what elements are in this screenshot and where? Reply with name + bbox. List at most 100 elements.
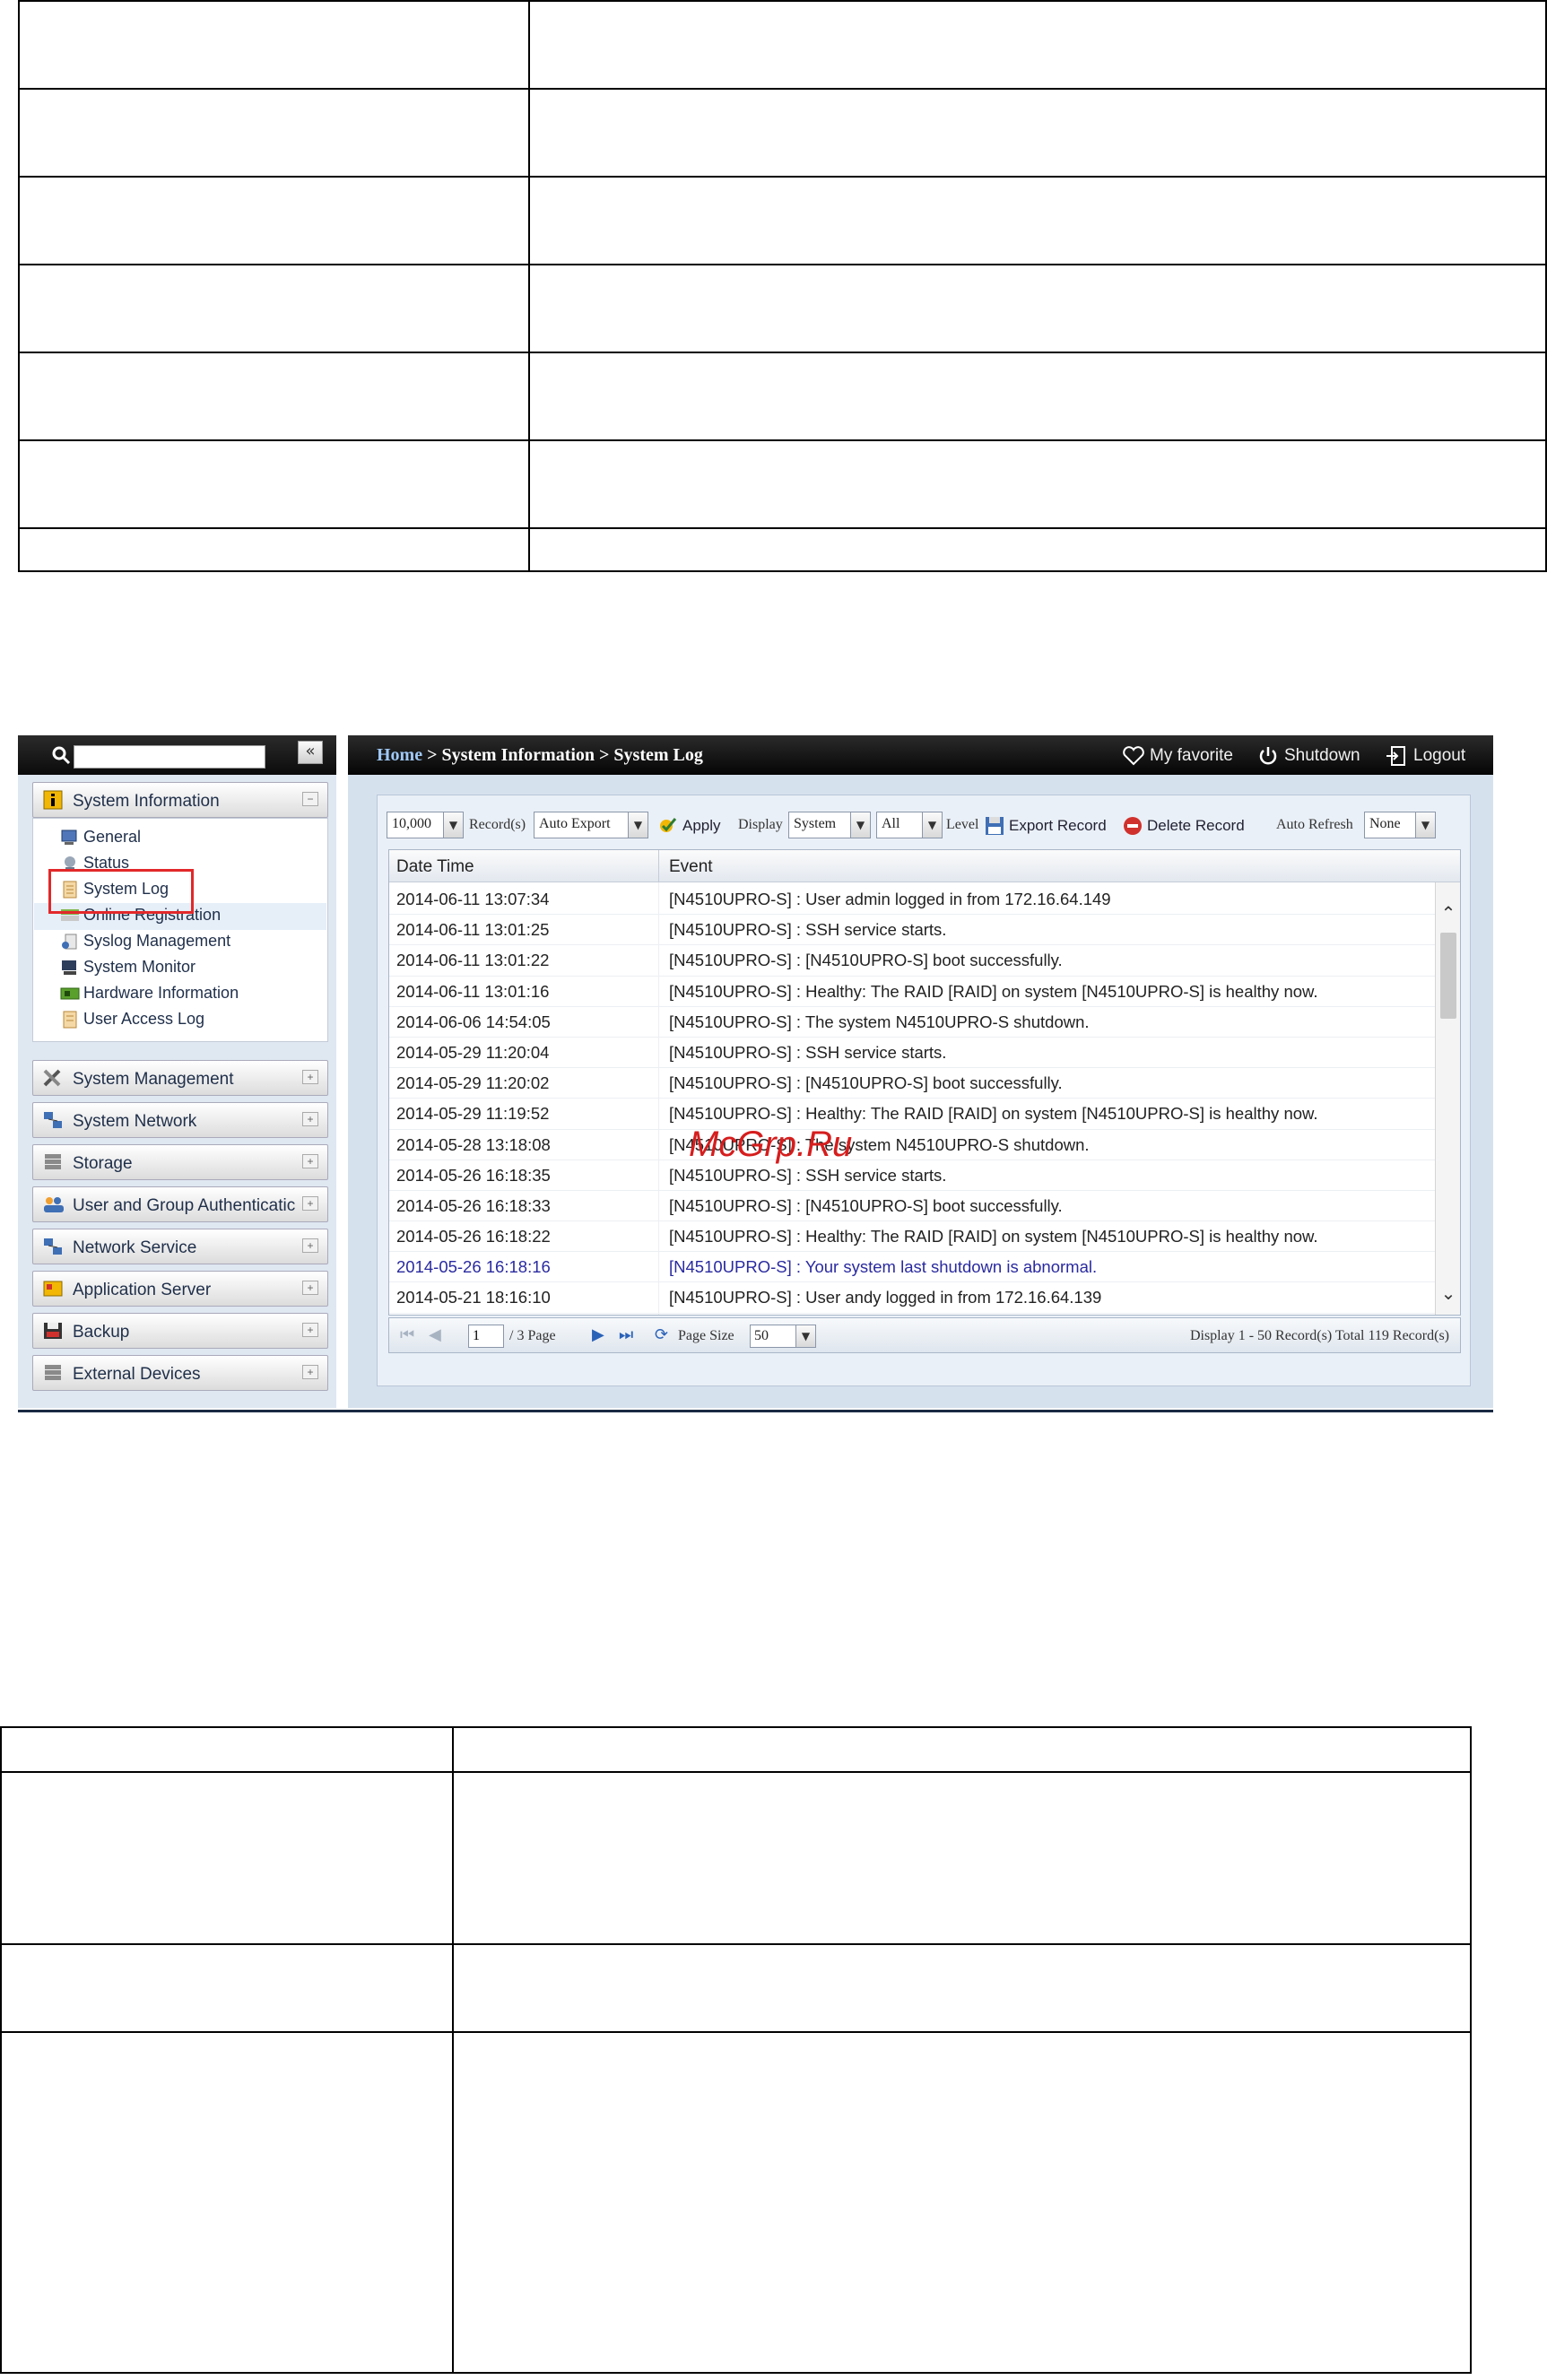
display-select[interactable]: System ▼: [788, 812, 871, 838]
section-label: Storage: [73, 1154, 133, 1173]
table-row[interactable]: 2014-05-26 16:18:22 [N4510UPRO-S] : Healt…: [389, 1221, 1435, 1253]
toggle-icon[interactable]: +: [302, 1154, 318, 1168]
section-user-group-authentication[interactable]: User and Group Authenticatic +: [32, 1186, 328, 1222]
toggle-icon[interactable]: +: [302, 1238, 318, 1253]
records-label: Record(s): [469, 817, 526, 832]
table-cell: [0, 2031, 454, 2374]
level-select[interactable]: All ▼: [876, 812, 943, 838]
table-row[interactable]: 2014-05-28 13:18:08 [N4510UPRO-S] : The s…: [389, 1130, 1435, 1160]
table-row[interactable]: 2014-05-26 16:18:33 [N4510UPRO-S] : [N451…: [389, 1191, 1435, 1222]
table-row[interactable]: 2014-06-11 13:01:25 [N4510UPRO-S] : SSH s…: [389, 915, 1435, 946]
previous-page-icon[interactable]: ◀: [429, 1325, 441, 1344]
log-date-cell: 2014-06-11 13:01:25: [396, 920, 550, 940]
collapse-panel-button[interactable]: «: [298, 741, 323, 764]
selection-highlight-box: [48, 869, 194, 914]
auto-refresh-label: Auto Refresh: [1276, 817, 1353, 832]
vertical-scrollbar[interactable]: ⌃ ⌄: [1435, 882, 1460, 1315]
column-header-date-time[interactable]: Date Time: [396, 857, 474, 877]
last-page-icon[interactable]: ⏭: [619, 1325, 633, 1344]
table-row[interactable]: 2014-05-29 11:20:02 [N4510UPRO-S] : [N451…: [389, 1068, 1435, 1099]
table-cell: [528, 439, 1547, 529]
table-cell: [528, 527, 1547, 572]
chevron-down-icon[interactable]: ⌄: [1436, 1282, 1460, 1307]
table-row[interactable]: 2014-05-29 11:19:52 [N4510UPRO-S] : Healt…: [389, 1099, 1435, 1130]
top-table: [18, 0, 1547, 572]
section-label: Network Service: [73, 1238, 197, 1257]
table-row[interactable]: 2014-06-11 13:01:22 [N4510UPRO-S] : [N451…: [389, 945, 1435, 977]
toggle-icon[interactable]: −: [302, 792, 318, 806]
top-bar: Home > System Information > System Log M…: [348, 735, 1493, 775]
log-date-cell: 2014-06-06 14:54:05: [396, 1012, 551, 1031]
section-label: Backup: [73, 1323, 130, 1342]
log-event-cell: [N4510UPRO-S] : [N4510UPRO-S] boot succe…: [669, 1195, 1063, 1215]
table-cell: [452, 1726, 1472, 1773]
table-cell: [18, 176, 530, 265]
auto-refresh-select[interactable]: None ▼: [1364, 812, 1436, 838]
section-system-management[interactable]: System Management +: [32, 1060, 328, 1096]
section-system-network[interactable]: System Network +: [32, 1102, 328, 1138]
logout-label: Logout: [1413, 746, 1466, 765]
page-size-select[interactable]: 50 ▼: [750, 1325, 816, 1348]
section-label: System Information: [73, 792, 220, 811]
section-external-devices[interactable]: External Devices +: [32, 1355, 328, 1391]
table-row[interactable]: 2014-06-11 13:07:34 [N4510UPRO-S] : User …: [389, 884, 1435, 916]
table-row[interactable]: 2014-05-26 16:18:35 [N4510UPRO-S] : SSH s…: [389, 1160, 1435, 1191]
page-size-value: 50: [754, 1328, 769, 1343]
table-row[interactable]: 2014-06-06 14:54:05 [N4510UPRO-S] : The s…: [389, 1007, 1435, 1038]
monitor-icon: [62, 960, 76, 975]
toggle-icon[interactable]: +: [302, 1365, 318, 1379]
left-navigation: « System Information − General Status Sy…: [18, 735, 336, 1408]
breadcrumb-home-link[interactable]: Home: [377, 745, 422, 765]
scrollbar-thumb[interactable]: [1440, 933, 1456, 1019]
page-number-input[interactable]: [468, 1325, 504, 1348]
system-log-panel: 10,000 ▼ Record(s) Auto Export ▼ Apply D…: [377, 795, 1471, 1386]
pagination-bar: ⏮ ◀ / 3 Page ▶ ⏭ ⟳ Page Size 50 ▼ Displa…: [388, 1317, 1461, 1353]
table-cell: [18, 527, 530, 572]
network-icon: [44, 1112, 62, 1128]
table-cell: [0, 1771, 454, 1945]
chevron-down-icon: ▼: [628, 812, 647, 838]
toggle-icon[interactable]: +: [302, 1112, 318, 1126]
log-event-cell: [N4510UPRO-S] : Healthy: The RAID [RAID]…: [669, 1104, 1318, 1124]
log-event-cell: [N4510UPRO-S] : Healthy: The RAID [RAID]…: [669, 1227, 1318, 1246]
record-count-select[interactable]: 10,000 ▼: [387, 812, 464, 838]
logout-icon: [1386, 746, 1405, 766]
log-date-cell: 2014-05-21 18:16:10: [396, 1288, 551, 1307]
network-service-icon: [44, 1238, 62, 1255]
toggle-icon[interactable]: +: [302, 1323, 318, 1337]
first-page-icon[interactable]: ⏮: [400, 1325, 414, 1344]
table-cell: [18, 352, 530, 441]
chevron-down-icon: ▼: [922, 812, 942, 838]
section-backup[interactable]: Backup +: [32, 1313, 328, 1349]
next-page-icon[interactable]: ▶: [592, 1325, 604, 1344]
column-header-event[interactable]: Event: [669, 857, 713, 877]
grid-header: Date Time Event: [389, 850, 1460, 882]
info-icon: [43, 790, 63, 810]
toggle-icon[interactable]: +: [302, 1196, 318, 1211]
toggle-icon[interactable]: +: [302, 1281, 318, 1295]
table-cell: [18, 264, 530, 353]
refresh-icon[interactable]: ⟳: [655, 1325, 668, 1344]
table-row[interactable]: 2014-05-21 18:16:10 [N4510UPRO-S] : User …: [389, 1282, 1435, 1314]
table-row[interactable]: 2014-06-11 13:01:16 [N4510UPRO-S] : Healt…: [389, 977, 1435, 1007]
log-date-cell: 2014-05-26 16:18:33: [396, 1195, 551, 1215]
table-row[interactable]: 2014-05-29 11:20:04 [N4510UPRO-S] : SSH s…: [389, 1038, 1435, 1069]
search-input[interactable]: [74, 745, 265, 769]
chevron-up-icon[interactable]: ⌃: [1436, 902, 1460, 927]
section-system-information[interactable]: System Information −: [32, 782, 328, 818]
section-application-server[interactable]: Application Server +: [32, 1271, 328, 1307]
log-event-cell: [N4510UPRO-S] : SSH service starts.: [669, 920, 947, 940]
log-grid: Date Time Event 2014-06-11 13:07:34 [N451…: [388, 849, 1461, 1316]
toggle-icon[interactable]: +: [302, 1070, 318, 1084]
log-event-cell: [N4510UPRO-S] : Your system last shutdow…: [669, 1257, 1098, 1277]
chevron-down-icon: ▼: [795, 1325, 815, 1347]
section-storage[interactable]: Storage +: [32, 1144, 328, 1180]
log-event-cell: [N4510UPRO-S] : SSH service starts.: [669, 1042, 947, 1062]
hardware-icon: [60, 987, 80, 1000]
section-network-service[interactable]: Network Service +: [32, 1229, 328, 1264]
section-label: System Management: [73, 1070, 234, 1089]
log-event-cell: [N4510UPRO-S] : User admin logged in fro…: [669, 890, 1111, 908]
table-row[interactable]: 2014-05-26 16:18:16 [N4510UPRO-S] : Your …: [389, 1252, 1435, 1283]
table-cell: [0, 1726, 454, 1773]
export-mode-select[interactable]: Auto Export ▼: [534, 812, 648, 838]
